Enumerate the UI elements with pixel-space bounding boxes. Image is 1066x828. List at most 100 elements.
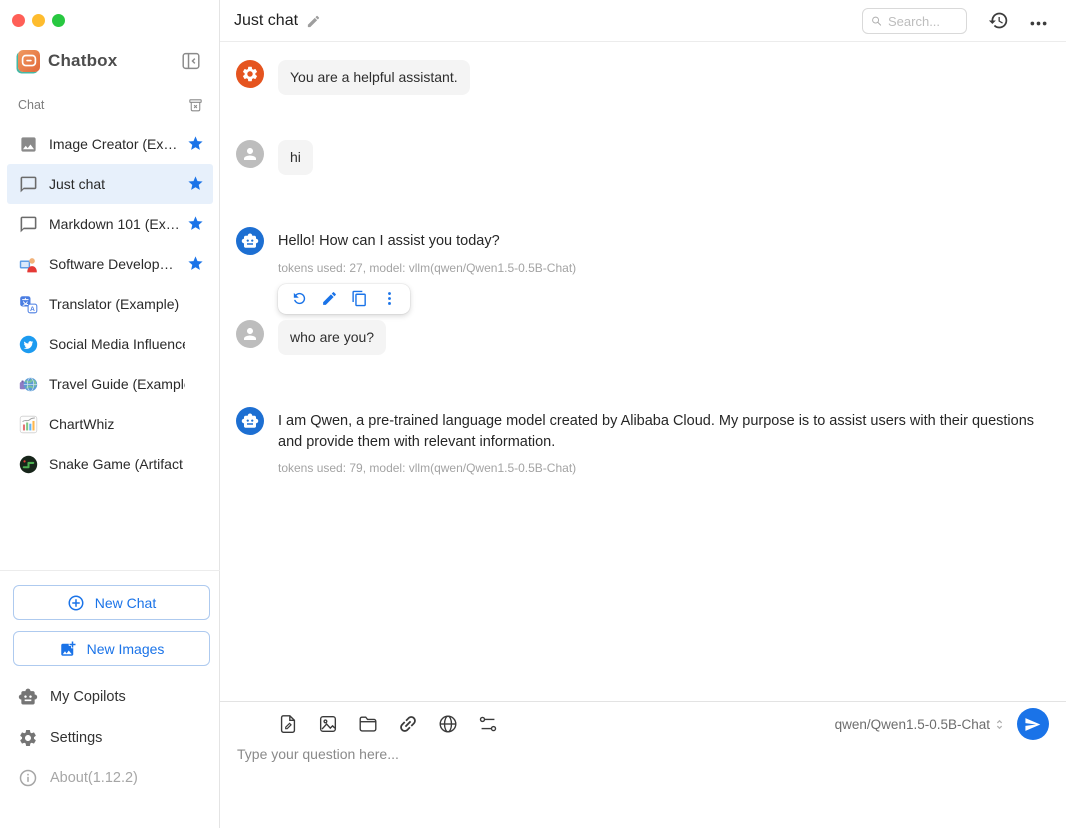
person-icon — [236, 140, 264, 168]
minimize-window-button[interactable] — [32, 14, 45, 27]
zoom-window-button[interactable] — [52, 14, 65, 27]
chat-list: Image Creator (Ex… Just chat Markdown 10… — [0, 124, 220, 484]
settings-item[interactable]: Settings — [0, 722, 220, 754]
file-edit-icon[interactable] — [277, 713, 299, 735]
message-meta: tokens used: 79, model: vllm(qwen/Qwen1.… — [278, 461, 1054, 475]
app-brand: Chatbox — [0, 48, 220, 76]
send-icon — [1024, 716, 1041, 733]
sidebar-item-snake-game[interactable]: Snake Game (Artifact E… — [7, 444, 213, 484]
add-circle-icon — [67, 594, 85, 612]
robot-icon — [18, 687, 38, 707]
new-images-label: New Images — [87, 641, 165, 657]
image-attach-icon[interactable] — [317, 713, 339, 735]
more-vert-icon[interactable] — [381, 290, 398, 307]
my-copilots-label: My Copilots — [50, 689, 126, 705]
chat-section-label: Chat — [18, 98, 44, 112]
search-icon — [871, 14, 882, 28]
add-image-icon — [59, 640, 77, 658]
about-item[interactable]: About(1.12.2) — [0, 762, 220, 794]
message-system: You are a helpful assistant. — [236, 60, 470, 95]
sidebar-item-label: ChartWhiz — [49, 416, 114, 432]
connections-icon[interactable] — [477, 713, 499, 735]
sidebar-item-label: Snake Game (Artifact E… — [49, 456, 185, 472]
edit-title-icon[interactable] — [306, 14, 321, 29]
search-box[interactable] — [862, 8, 967, 34]
message-text: Hello! How can I assist you today? — [278, 227, 576, 252]
message-text: You are a helpful assistant. — [278, 60, 470, 95]
more-options-icon[interactable] — [1028, 13, 1049, 34]
star-icon[interactable] — [187, 255, 204, 272]
sidebar-item-translator[interactable]: A Translator (Example) — [7, 284, 213, 324]
sidebar-item-just-chat[interactable]: Just chat — [7, 164, 213, 204]
chatbox-logo-icon — [18, 50, 40, 72]
developer-avatar-icon — [19, 255, 38, 274]
message-assistant: Hello! How can I assist you today? token… — [236, 227, 576, 314]
svg-text:A: A — [30, 306, 35, 313]
sidebar-item-label: Software Develop… — [49, 256, 174, 272]
new-chat-label: New Chat — [95, 595, 156, 611]
window-controls — [12, 14, 65, 27]
composer: qwen/Qwen1.5-0.5B-Chat — [220, 701, 1066, 828]
link-icon[interactable] — [397, 713, 419, 735]
sidebar: Chatbox Chat Image Creator (Ex… — [0, 0, 220, 828]
translate-icon: A — [19, 295, 38, 314]
history-icon[interactable] — [988, 10, 1009, 31]
my-copilots-item[interactable]: My Copilots — [0, 681, 220, 713]
sidebar-item-software-developer[interactable]: Software Develop… — [7, 244, 213, 284]
sidebar-item-label: Just chat — [49, 176, 105, 192]
sidebar-divider — [0, 570, 220, 571]
message-actions-toolbar — [278, 284, 410, 314]
collapse-sidebar-icon[interactable] — [180, 50, 202, 72]
snake-game-icon — [19, 455, 38, 474]
sidebar-item-label: Travel Guide (Example) — [49, 376, 185, 392]
sidebar-item-social-media-influencer[interactable]: Social Media Influencer … — [7, 324, 213, 364]
chatbox-window: Chatbox Chat Image Creator (Ex… — [0, 0, 1066, 828]
model-selector[interactable]: qwen/Qwen1.5-0.5B-Chat — [835, 717, 1007, 732]
main-panel: Just chat You are a helpful assistant. — [220, 0, 1066, 828]
model-label: qwen/Qwen1.5-0.5B-Chat — [835, 717, 990, 732]
page-title: Just chat — [234, 12, 298, 30]
star-icon[interactable] — [187, 215, 204, 232]
copy-icon[interactable] — [351, 290, 368, 307]
sidebar-item-label: Translator (Example) — [49, 296, 179, 312]
regenerate-icon[interactable] — [291, 290, 308, 307]
chatbox-model-icon[interactable] — [237, 713, 259, 735]
info-icon — [18, 768, 38, 788]
main-header: Just chat — [220, 0, 1066, 42]
clear-chats-icon[interactable] — [187, 97, 204, 114]
composer-toolbar: qwen/Qwen1.5-0.5B-Chat — [237, 711, 1049, 737]
travel-globe-icon — [19, 375, 38, 394]
message-text: hi — [278, 140, 313, 175]
sidebar-item-travel-guide[interactable]: Travel Guide (Example) — [7, 364, 213, 404]
message-text: who are you? — [278, 320, 386, 355]
message-meta: tokens used: 27, model: vllm(qwen/Qwen1.… — [278, 261, 576, 275]
sidebar-item-label: Markdown 101 (Ex… — [49, 216, 180, 232]
star-icon[interactable] — [187, 135, 204, 152]
sidebar-item-chartwhiz[interactable]: ChartWhiz — [7, 404, 213, 444]
search-input[interactable] — [888, 14, 958, 29]
sidebar-item-markdown-101[interactable]: Markdown 101 (Ex… — [7, 204, 213, 244]
folder-icon[interactable] — [357, 713, 379, 735]
gear-icon — [236, 60, 264, 88]
settings-label: Settings — [50, 730, 102, 746]
unfold-chevrons-icon — [992, 717, 1007, 732]
image-icon — [19, 135, 38, 154]
chat-section-header: Chat — [0, 97, 220, 115]
edit-message-icon[interactable] — [321, 290, 338, 307]
twitter-bird-icon — [19, 335, 38, 354]
gear-icon — [18, 728, 38, 748]
message-list: You are a helpful assistant. hi Hello! H… — [220, 42, 1066, 701]
star-icon[interactable] — [187, 175, 204, 192]
message-input[interactable] — [237, 746, 1049, 818]
message-user: who are you? — [236, 320, 386, 355]
message-user: hi — [236, 140, 313, 175]
message-text: I am Qwen, a pre-trained language model … — [278, 407, 1054, 452]
bar-chart-icon — [19, 415, 38, 434]
new-images-button[interactable]: New Images — [13, 631, 210, 666]
close-window-button[interactable] — [12, 14, 25, 27]
sidebar-item-image-creator[interactable]: Image Creator (Ex… — [7, 124, 213, 164]
new-chat-button[interactable]: New Chat — [13, 585, 210, 620]
sidebar-item-label: Social Media Influencer … — [49, 336, 185, 352]
globe-icon[interactable] — [437, 713, 459, 735]
send-button[interactable] — [1017, 708, 1049, 740]
